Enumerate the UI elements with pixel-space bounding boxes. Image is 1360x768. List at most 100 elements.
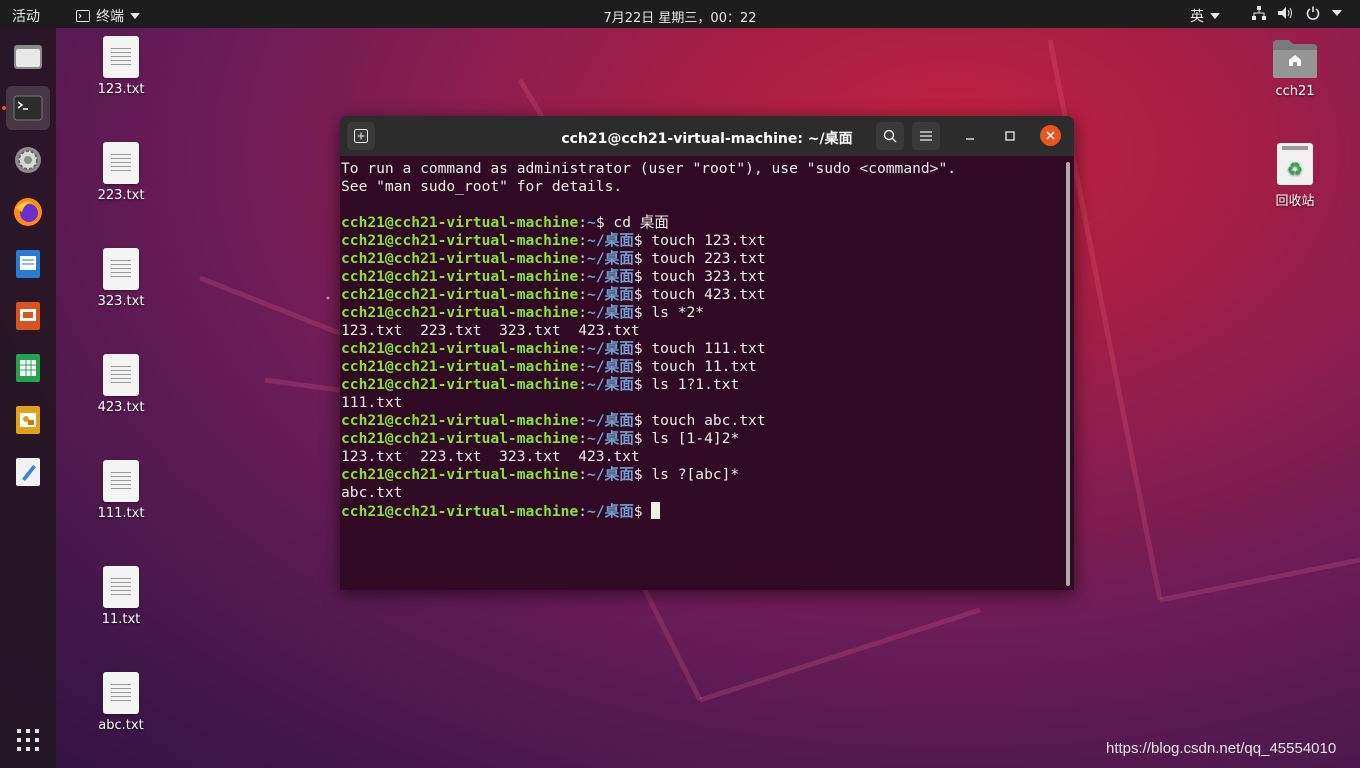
output-line: See "man sudo_root" for details. — [341, 178, 623, 195]
prompt-line: cch21@cch21-virtual-machine:~/桌面$ touch … — [341, 286, 1061, 304]
prompt-path: ~ — [587, 214, 596, 231]
output-line: 123.txt 223.txt 323.txt 423.txt — [341, 322, 640, 339]
chevron-down-icon — [1332, 10, 1342, 16]
dock-writer[interactable] — [6, 242, 50, 286]
prompt-path: ~/桌面 — [587, 358, 634, 375]
prompt-user: cch21@cch21-virtual-machine — [341, 268, 579, 285]
desktop-file-label: 423.txt — [97, 400, 145, 415]
hamburger-menu-icon — [920, 131, 932, 141]
prompt-path: ~/桌面 — [587, 412, 634, 429]
text-editor-icon — [16, 458, 40, 486]
prompt-symbol: $ — [633, 430, 643, 447]
close-icon — [1046, 131, 1055, 140]
prompt-line: cch21@cch21-virtual-machine:~/桌面$ ls 1?1… — [341, 376, 1061, 394]
prompt-path: ~/桌面 — [587, 268, 634, 285]
prompt-user: cch21@cch21-virtual-machine — [341, 304, 579, 321]
desktop-file[interactable]: 423.txt — [76, 354, 166, 415]
dock-impress[interactable] — [6, 294, 50, 338]
prompt-symbol: $ — [633, 232, 643, 249]
terminal-icon — [13, 95, 43, 121]
dock-settings[interactable] — [6, 138, 50, 182]
desktop-file[interactable]: 123.txt — [76, 36, 166, 97]
command-text: touch 223.txt — [642, 250, 766, 267]
input-method-menu[interactable]: 英 — [1190, 6, 1220, 26]
prompt-separator: : — [578, 232, 588, 249]
top-bar: 活动 终端 7月22日 星期三，00：22 英 — [0, 0, 1360, 28]
desktop-file-label: 111.txt — [97, 506, 145, 521]
prompt-path: ~/桌面 — [587, 286, 634, 303]
trash-label: 回收站 — [1275, 194, 1315, 209]
prompt-separator: : — [578, 286, 588, 303]
search-icon — [883, 129, 897, 143]
dock-terminal[interactable] — [6, 86, 50, 130]
dock-files[interactable] — [6, 34, 50, 78]
system-menu[interactable] — [1252, 6, 1342, 20]
prompt-line: cch21@cch21-virtual-machine:~/桌面$ ls *2* — [341, 304, 1061, 322]
prompt-symbol: $ — [633, 268, 643, 285]
prompt-line: cch21@cch21-virtual-machine:~$ cd 桌面 — [341, 214, 1061, 232]
text-file-icon — [103, 142, 139, 184]
command-text: touch 123.txt — [642, 232, 766, 249]
prompt-symbol: $ — [633, 304, 643, 321]
prompt-separator: : — [578, 376, 588, 393]
prompt-user: cch21@cch21-virtual-machine — [341, 232, 579, 249]
title-bar[interactable]: cch21@cch21-virtual-machine: ~/桌面 — [340, 116, 1074, 156]
prompt-symbol: $ — [595, 214, 605, 231]
home-folder[interactable]: cch21 — [1250, 38, 1340, 99]
impress-icon — [16, 302, 40, 330]
settings-icon — [15, 147, 41, 173]
desktop-file-label: 123.txt — [97, 82, 145, 97]
scrollbar[interactable] — [1066, 162, 1070, 586]
clock[interactable]: 7月22日 星期三，00：22 — [0, 7, 1360, 26]
dock-calc[interactable] — [6, 346, 50, 390]
dock-firefox[interactable] — [6, 190, 50, 234]
prompt-separator: : — [578, 412, 588, 429]
dock-text-editor[interactable] — [6, 450, 50, 494]
close-button[interactable] — [1040, 125, 1061, 146]
desktop-file[interactable]: 323.txt — [76, 248, 166, 309]
desktop-file[interactable]: 111.txt — [76, 460, 166, 521]
command-text: touch abc.txt — [642, 412, 766, 429]
minimize-button[interactable] — [960, 126, 980, 146]
prompt-separator: : — [578, 340, 588, 357]
text-file-icon — [103, 354, 139, 396]
menu-button[interactable] — [912, 122, 940, 150]
trash[interactable]: ♻ 回收站 — [1250, 142, 1340, 209]
desktop-file[interactable]: 11.txt — [76, 566, 166, 627]
command-text: touch 423.txt — [642, 286, 766, 303]
power-icon — [1306, 6, 1320, 20]
app-grid-icon — [17, 729, 39, 751]
prompt-user: cch21@cch21-virtual-machine — [341, 250, 579, 267]
dock — [0, 28, 56, 768]
output-line: abc.txt — [341, 484, 403, 501]
show-applications-button[interactable] — [6, 718, 50, 762]
dock-draw[interactable] — [6, 398, 50, 442]
chevron-down-icon — [1210, 13, 1220, 19]
prompt-user: cch21@cch21-virtual-machine — [341, 286, 579, 303]
prompt-line: cch21@cch21-virtual-machine:~/桌面$ — [341, 502, 1061, 520]
desktop-file[interactable]: 223.txt — [76, 142, 166, 203]
prompt-symbol: $ — [633, 376, 643, 393]
svg-text:♻: ♻ — [1287, 159, 1303, 180]
terminal-window[interactable]: cch21@cch21-virtual-machine: ~/桌面 To run… — [340, 116, 1074, 590]
maximize-button[interactable] — [1000, 126, 1020, 146]
calc-icon — [16, 354, 40, 382]
text-file-icon — [103, 36, 139, 78]
command-text: touch 111.txt — [642, 340, 766, 357]
writer-icon — [16, 250, 40, 278]
output-line: 123.txt 223.txt 323.txt 423.txt — [341, 448, 640, 465]
text-file-icon — [103, 566, 139, 608]
prompt-user: cch21@cch21-virtual-machine — [341, 214, 579, 231]
prompt-user: cch21@cch21-virtual-machine — [341, 340, 579, 357]
prompt-separator: : — [578, 358, 588, 375]
search-button[interactable] — [876, 122, 904, 150]
prompt-line: cch21@cch21-virtual-machine:~/桌面$ touch … — [341, 250, 1061, 268]
prompt-symbol: $ — [633, 466, 643, 483]
prompt-symbol: $ — [633, 503, 643, 520]
prompt-user: cch21@cch21-virtual-machine — [341, 503, 579, 520]
prompt-symbol: $ — [633, 250, 643, 267]
command-text: touch 11.txt — [642, 358, 757, 375]
prompt-line: cch21@cch21-virtual-machine:~/桌面$ ls [1-… — [341, 430, 1061, 448]
terminal-output[interactable]: To run a command as administrator (user … — [341, 160, 1061, 586]
desktop-file[interactable]: abc.txt — [76, 672, 166, 733]
